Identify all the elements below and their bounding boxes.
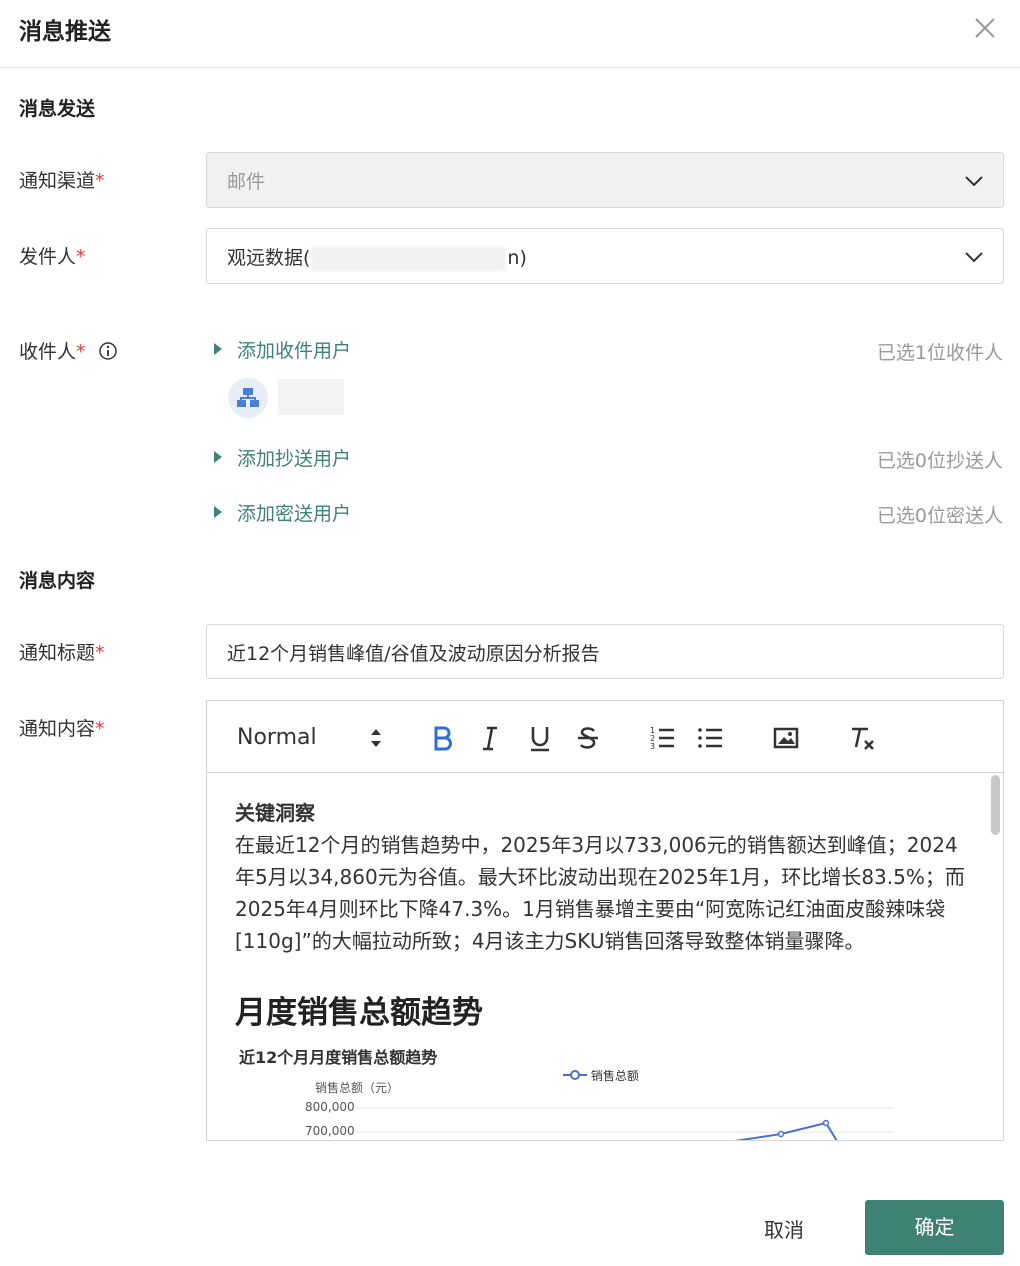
- notify-title-input[interactable]: 近12个月销售峰值/谷值及波动原因分析报告: [206, 624, 1004, 679]
- underline-icon[interactable]: [525, 723, 555, 753]
- bullet-list-icon[interactable]: [695, 723, 725, 753]
- sender-select[interactable]: 观远数据(n): [206, 228, 1004, 284]
- svg-text:3: 3: [650, 742, 655, 751]
- bcc-count: 已选0位密送人: [876, 505, 1003, 527]
- format-select[interactable]: Normal: [237, 725, 317, 750]
- editor-body: 关键洞察 在最近12个月的销售趋势中，2025年3月以733,006元的销售额达…: [235, 797, 975, 957]
- sender-value: 观远数据(n): [227, 246, 527, 271]
- redacted-user-name: [278, 379, 344, 415]
- insight-paragraph: 在最近12个月的销售趋势中，2025年3月以733,006元的销售额达到峰值；2…: [235, 833, 965, 953]
- send-section-title: 消息发送: [19, 98, 96, 120]
- ordered-list-icon[interactable]: 123: [647, 723, 677, 753]
- info-icon[interactable]: [98, 341, 118, 361]
- notify-content-label: 通知内容*: [19, 718, 105, 740]
- data-point: [822, 1119, 830, 1127]
- dialog-header: 消息推送: [0, 0, 1020, 68]
- chevron-down-icon: [965, 252, 983, 263]
- cancel-button[interactable]: 取消: [764, 1214, 804, 1243]
- data-point: [777, 1130, 785, 1138]
- notify-title-label: 通知标题*: [19, 642, 105, 664]
- chart-section-heading: 月度销售总额趋势: [235, 995, 483, 1031]
- redacted-email: [311, 246, 507, 271]
- channel-select[interactable]: 邮件: [206, 152, 1004, 208]
- image-icon[interactable]: [771, 723, 801, 753]
- clear-format-icon[interactable]: [847, 723, 877, 753]
- channel-value: 邮件: [227, 171, 266, 193]
- sort-arrows-icon[interactable]: [361, 723, 391, 753]
- strikethrough-icon[interactable]: [573, 723, 603, 753]
- chart-plot: [355, 1107, 893, 1140]
- insight-heading: 关键洞察: [235, 801, 315, 825]
- add-to-users-toggle[interactable]: 添加收件用户: [214, 336, 351, 363]
- caret-right-icon: [214, 343, 222, 355]
- content-section-title: 消息内容: [19, 570, 96, 592]
- editor-scrollbar[interactable]: [991, 775, 1000, 835]
- avatar: [228, 378, 268, 418]
- dialog-title: 消息推送: [19, 19, 111, 45]
- chevron-down-icon: [965, 176, 983, 187]
- confirm-button[interactable]: 确定: [865, 1200, 1004, 1255]
- close-icon[interactable]: [972, 15, 998, 41]
- italic-icon[interactable]: [475, 723, 505, 753]
- rich-text-editor[interactable]: Normal 123 关键洞察 在最近12个月的销售趋势中，2025年3月以73…: [206, 700, 1004, 1141]
- add-cc-users-toggle[interactable]: 添加抄送用户: [214, 444, 351, 471]
- recipients-label: 收件人*: [19, 337, 118, 364]
- add-bcc-users-toggle[interactable]: 添加密送用户: [214, 499, 351, 526]
- cc-count: 已选0位抄送人: [876, 450, 1003, 472]
- caret-right-icon: [214, 506, 222, 518]
- channel-label: 通知渠道*: [19, 170, 105, 192]
- caret-right-icon: [214, 451, 222, 463]
- editor-toolbar: Normal 123: [207, 701, 1003, 773]
- sender-label: 发件人*: [19, 246, 86, 268]
- to-count: 已选1位收件人: [876, 342, 1003, 364]
- bold-icon[interactable]: [427, 723, 457, 753]
- notify-title-value: 近12个月销售峰值/谷值及波动原因分析报告: [227, 643, 600, 665]
